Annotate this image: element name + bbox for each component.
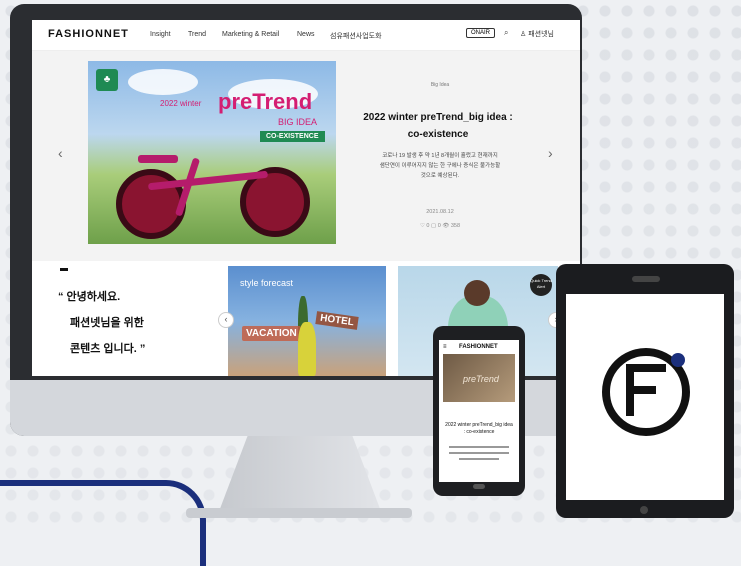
phone-screen: ≡ FASHIONNET preTrend 2022 winter preTre… — [439, 340, 519, 482]
greeting-line2: 패션넷님을 위한 — [70, 317, 144, 329]
user-label: 패션넷님 — [528, 31, 554, 38]
tablet-home-button — [640, 506, 648, 514]
greeting-line1: “ 안녕하세요. — [58, 291, 121, 303]
user-menu[interactable]: ♙ 패션넷님 — [520, 29, 554, 39]
thumb-hotel-text: HOTEL — [315, 311, 359, 330]
site-header: FASHIONNET Insight Trend Marketing & Ret… — [32, 20, 580, 51]
image-text-co: CO-EXISTENCE — [260, 131, 325, 142]
hero-desc-line1: 코로나 19 발생 후 약 1년 8개월이 흘렀고 현재까지 — [382, 153, 498, 159]
hero-desc-line2: 샘단연이 이루어지지 않는 한 구에나 증식은 불가능할 — [379, 163, 501, 169]
text-line — [449, 452, 509, 454]
hero-prev-arrow[interactable]: ‹ — [58, 145, 63, 161]
phone-image-text: preTrend — [463, 374, 499, 384]
hero-date: 2021.08.12 — [426, 209, 454, 215]
cloud — [128, 69, 198, 95]
image-text-small: 2022 winter — [160, 99, 202, 108]
nav-textile-fashion[interactable]: 섬유패션사업도화 — [330, 31, 382, 41]
hero-title-line2: co-existence — [407, 129, 469, 140]
menu-icon[interactable]: ≡ — [443, 344, 447, 350]
quick-trend-badge: Quick Trend Alert — [530, 274, 552, 296]
tablet-device — [556, 264, 734, 518]
greeting-line3: 콘텐츠 입니다. ” — [70, 343, 146, 355]
onair-button[interactable]: ONAIR — [466, 28, 496, 38]
hero-category: Big Idea — [430, 82, 450, 88]
carousel-prev-button[interactable]: ‹ — [218, 312, 234, 328]
phone-hero-image[interactable]: preTrend — [443, 354, 515, 402]
pretrend-logo-icon: ♣ — [96, 69, 118, 91]
tablet-screen — [566, 294, 724, 500]
user-icon: ♙ — [520, 31, 527, 38]
decorative-blue-curve — [0, 480, 206, 566]
phone-home-button — [473, 484, 485, 489]
phone-logo[interactable]: FASHIONNET — [459, 344, 498, 350]
hero-next-arrow[interactable]: › — [548, 145, 553, 161]
nav-insight[interactable]: Insight — [150, 31, 171, 38]
model-head — [464, 280, 490, 306]
image-text-idea: BIG IDEA — [278, 117, 318, 127]
site-logo[interactable]: FASHIONNET — [48, 28, 129, 40]
nav-news[interactable]: News — [297, 31, 315, 38]
thumb-vacation-text: VACATION — [242, 326, 301, 341]
content-thumbnail-1[interactable]: style forecast VACATION HOTEL — [228, 266, 386, 376]
phone-title: 2022 winter preTrend_big idea : co-exist… — [445, 422, 513, 435]
monitor-screen: FASHIONNET Insight Trend Marketing & Ret… — [32, 20, 580, 376]
hero-image[interactable]: ♣ 2022 winter preTrend BIG IDEA CO-EXIST… — [88, 61, 336, 244]
thumb-forecast-text: style forecast — [240, 278, 294, 288]
search-icon[interactable]: ⌕ — [504, 28, 508, 38]
hero-title-line1: 2022 winter preTrend_big idea : — [363, 112, 513, 123]
mobile-phone: ≡ FASHIONNET preTrend 2022 winter preTre… — [433, 326, 525, 496]
text-line — [459, 458, 499, 460]
nav-trend[interactable]: Trend — [188, 31, 206, 38]
hero-description: 코로나 19 발생 후 약 1년 8개월이 흘렀고 현재까지 샘단연이 이루어지… — [358, 151, 522, 181]
hero-stats: ♡ 0 ▢ 0 👁 358 — [419, 223, 461, 229]
hero-title[interactable]: 2022 winter preTrend_big idea : co-exist… — [348, 109, 528, 143]
hero-desc-line3: 것으로 예상된다. — [420, 173, 460, 179]
image-text-big: preTrend — [218, 89, 313, 114]
tablet-camera — [632, 276, 660, 282]
text-line — [449, 446, 509, 448]
monitor-base — [186, 508, 412, 518]
nav-marketing-retail[interactable]: Marketing & Retail — [222, 31, 279, 38]
hero-banner: ‹ › ♣ 2022 winter preTrend BIG IDEA CO-E… — [32, 51, 580, 261]
bike-basket — [138, 155, 178, 163]
model-figure — [298, 322, 316, 376]
section-dash — [60, 268, 68, 271]
fashionnet-f-logo-icon — [602, 348, 690, 436]
